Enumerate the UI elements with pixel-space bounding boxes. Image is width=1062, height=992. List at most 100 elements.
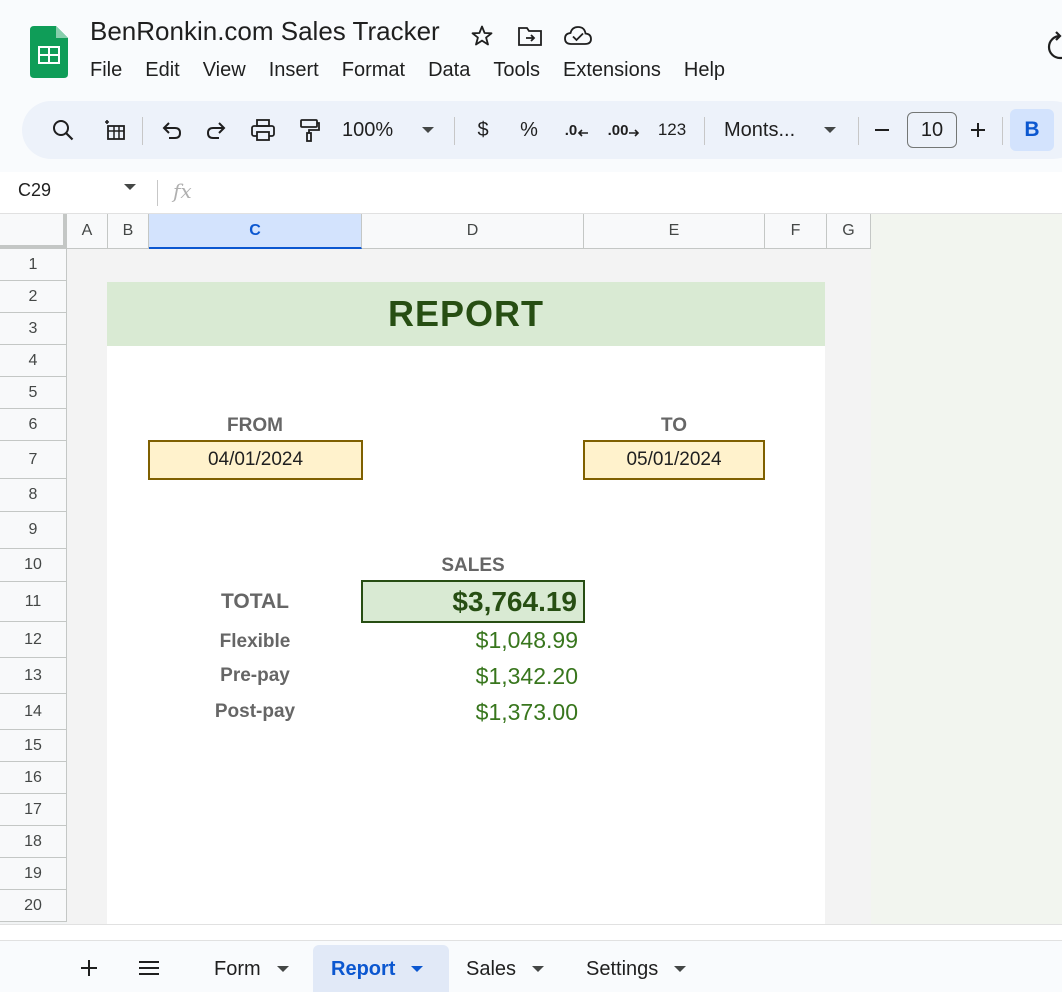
total-sales-cell[interactable]: $3,764.19 (361, 580, 585, 623)
toolbar: 100% $ % .0 .00 123 Monts... 10 B (22, 101, 1062, 159)
move-to-folder-icon[interactable] (516, 22, 544, 50)
name-box[interactable]: C29 (18, 180, 51, 201)
row-header-15[interactable]: 15 (0, 730, 67, 762)
prepay-label[interactable]: Pre-pay (148, 658, 362, 694)
row-header-16[interactable]: 16 (0, 762, 67, 794)
undo-icon[interactable] (156, 101, 186, 159)
menu-data[interactable]: Data (428, 56, 481, 84)
from-label[interactable]: FROM (148, 412, 362, 440)
select-all-corner[interactable] (0, 214, 67, 249)
column-header-d[interactable]: D (362, 214, 584, 249)
cloud-saved-icon[interactable] (564, 22, 592, 50)
tab-form[interactable]: Form (196, 945, 307, 992)
percent-symbol: % (520, 118, 538, 141)
spreadsheet-grid[interactable]: A B C D E F G 1 2 3 4 5 6 7 8 9 10 11 12… (0, 214, 1062, 940)
tab-settings[interactable]: Settings (568, 945, 704, 992)
currency-symbol: $ (477, 118, 489, 141)
row-header-3[interactable]: 3 (0, 313, 67, 345)
paint-format-icon[interactable] (294, 101, 324, 159)
tab-report-menu-icon[interactable] (411, 966, 424, 972)
to-label[interactable]: TO (583, 412, 765, 440)
all-sheets-menu-icon[interactable] (134, 953, 164, 983)
tab-form-menu-icon[interactable] (276, 966, 289, 972)
column-header-e[interactable]: E (584, 214, 765, 249)
tab-settings-menu-icon[interactable] (674, 966, 687, 972)
total-label[interactable]: TOTAL (148, 582, 362, 622)
row-header-5[interactable]: 5 (0, 377, 67, 409)
flexible-value[interactable]: $1,048.99 (362, 622, 578, 658)
column-header-f[interactable]: F (765, 214, 827, 249)
row-header-10[interactable]: 10 (0, 549, 67, 582)
row-header-4[interactable]: 4 (0, 345, 67, 377)
row-header-7[interactable]: 7 (0, 441, 67, 479)
flexible-label[interactable]: Flexible (148, 624, 362, 660)
more-formats-button[interactable]: 123 (654, 101, 690, 159)
tab-form-label: Form (214, 957, 261, 980)
column-header-b[interactable]: B (108, 214, 149, 249)
column-header-g[interactable]: G (827, 214, 871, 249)
more-formats-label: 123 (657, 120, 687, 139)
menu-format[interactable]: Format (342, 56, 416, 84)
menu-edit[interactable]: Edit (145, 56, 190, 84)
add-sheet-icon[interactable] (74, 953, 104, 983)
tab-report[interactable]: Report (313, 945, 449, 992)
version-history-icon[interactable] (1044, 30, 1062, 64)
row-header-9[interactable]: 9 (0, 512, 67, 549)
column-header-a[interactable]: A (67, 214, 108, 249)
currency-format-button[interactable]: $ (468, 101, 498, 159)
menu-file[interactable]: File (90, 56, 133, 84)
decrease-decimal-button[interactable]: .0 (560, 101, 594, 159)
from-date-cell[interactable]: 04/01/2024 (148, 440, 363, 480)
row-header-13[interactable]: 13 (0, 658, 67, 694)
row-header-18[interactable]: 18 (0, 826, 67, 858)
row-header-8[interactable]: 8 (0, 479, 67, 512)
print-icon[interactable] (248, 101, 278, 159)
row-header-12[interactable]: 12 (0, 622, 67, 658)
menu-extensions[interactable]: Extensions (563, 56, 672, 84)
report-title[interactable]: REPORT (107, 282, 825, 346)
increase-decimal-button[interactable]: .00 (606, 101, 642, 159)
menu-insert[interactable]: Insert (269, 56, 330, 84)
star-icon[interactable] (468, 22, 496, 50)
column-header-c[interactable]: C (149, 214, 362, 249)
sales-header[interactable]: SALES (362, 552, 584, 580)
tab-sales-menu-icon[interactable] (532, 966, 545, 972)
row-header-17[interactable]: 17 (0, 794, 67, 826)
arrow-left-icon (578, 129, 589, 137)
sheets-app: BenRonkin.com Sales Tracker File Edit Vi… (0, 0, 1062, 992)
menu-tools[interactable]: Tools (493, 56, 551, 84)
table-insert-icon[interactable] (100, 101, 130, 159)
font-dropdown-icon[interactable] (822, 101, 838, 159)
name-box-dropdown-icon[interactable] (124, 184, 136, 190)
to-date-cell[interactable]: 05/01/2024 (583, 440, 765, 480)
row-header-1[interactable]: 1 (0, 249, 67, 281)
decrease-font-size-icon[interactable] (870, 101, 894, 159)
search-menus-icon[interactable] (48, 101, 78, 159)
bold-button[interactable]: B (1010, 109, 1054, 151)
percent-format-button[interactable]: % (514, 101, 544, 159)
postpay-label[interactable]: Post-pay (148, 694, 362, 730)
redo-icon[interactable] (202, 101, 232, 159)
prepay-value[interactable]: $1,342.20 (362, 658, 578, 694)
document-title[interactable]: BenRonkin.com Sales Tracker (90, 16, 440, 47)
row-header-20[interactable]: 20 (0, 890, 67, 922)
menu-help[interactable]: Help (684, 56, 736, 84)
font-family-select[interactable]: Monts... (724, 101, 804, 159)
sheets-logo-icon[interactable] (30, 26, 68, 78)
postpay-value[interactable]: $1,373.00 (362, 694, 578, 730)
horizontal-scroll-area[interactable] (0, 924, 1062, 940)
zoom-dropdown-icon[interactable] (420, 101, 436, 159)
increase-font-size-icon[interactable] (966, 101, 990, 159)
grid-empty-area (871, 214, 1062, 940)
zoom-select[interactable]: 100% (342, 101, 408, 159)
row-header-19[interactable]: 19 (0, 858, 67, 890)
arrow-right-icon (629, 129, 640, 137)
row-header-2[interactable]: 2 (0, 281, 67, 313)
font-size-input[interactable]: 10 (907, 112, 957, 148)
toolbar-separator (142, 117, 143, 145)
menu-view[interactable]: View (203, 56, 257, 84)
row-header-6[interactable]: 6 (0, 409, 67, 441)
row-header-14[interactable]: 14 (0, 694, 67, 730)
row-header-11[interactable]: 11 (0, 582, 67, 622)
tab-sales[interactable]: Sales (448, 945, 562, 992)
